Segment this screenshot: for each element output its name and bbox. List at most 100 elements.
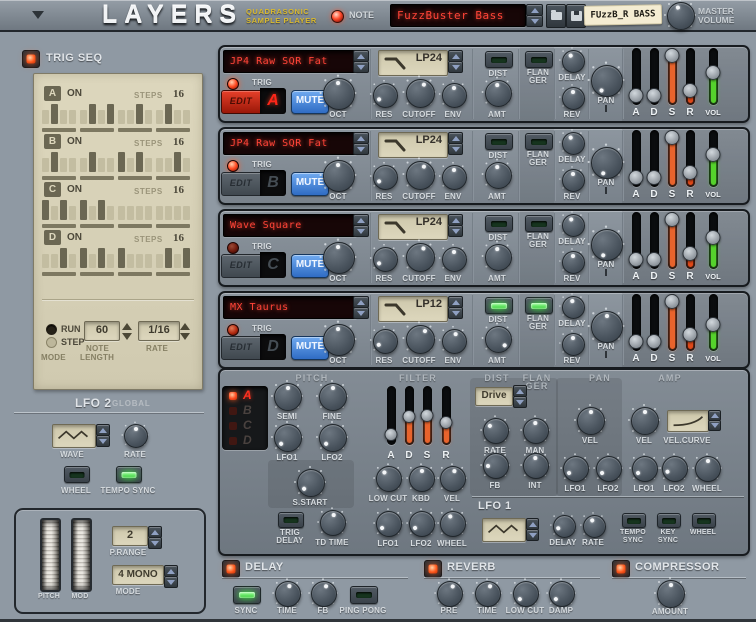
pitch-wheel[interactable] — [40, 518, 61, 592]
strip-a-attack-slider[interactable] — [632, 48, 641, 105]
editor-amp-vel-curve-display[interactable] — [667, 410, 709, 432]
seq-row-B-step-12[interactable] — [145, 158, 152, 172]
fx-compressor-enable-led[interactable] — [612, 560, 630, 578]
strip-c-env-knob[interactable] — [434, 239, 473, 278]
editor-filter-decay-slider[interactable] — [405, 386, 414, 445]
seq-row-B-step-8[interactable] — [107, 158, 114, 172]
strip-a-flanger-button[interactable] — [525, 51, 553, 68]
seq-row-C-step-9[interactable] — [118, 206, 125, 220]
strip-c-decay-slider-handle[interactable] — [647, 252, 662, 267]
editor-pitch-semi-knob[interactable] — [266, 375, 308, 417]
seq-row-C-step-8[interactable] — [107, 206, 114, 220]
strip-d-attack-slider-handle[interactable] — [629, 334, 644, 349]
strip-b-release-slider-handle[interactable] — [683, 165, 698, 180]
strip-c-flanger-button[interactable] — [525, 215, 553, 232]
strip-b-decay-slider[interactable] — [650, 130, 659, 187]
seq-mode-step-radio[interactable] — [46, 337, 57, 348]
fx-delay-sync-button[interactable] — [233, 586, 261, 604]
strip-a-decay-slider-handle[interactable] — [647, 88, 662, 103]
seq-row-B-step-16[interactable] — [183, 158, 190, 172]
seq-row-B-step-11[interactable] — [136, 152, 143, 172]
strip-c-sustain-slider[interactable] — [668, 212, 677, 269]
strip-b-release-slider[interactable] — [686, 130, 695, 187]
seq-row-A-step-9[interactable] — [118, 110, 125, 124]
editor-filter-attack-slider[interactable] — [387, 386, 396, 445]
editor-sample-start-knob[interactable] — [289, 461, 331, 503]
seq-note-length-up-button[interactable] — [122, 323, 132, 330]
seq-row-A-step-4[interactable] — [69, 110, 76, 124]
strip-a-volume-slider-handle[interactable] — [706, 65, 721, 80]
strip-a-dist-button[interactable] — [485, 51, 513, 68]
strip-a-release-slider[interactable] — [686, 48, 695, 105]
editor-dist-mode-value[interactable]: Drive — [475, 387, 513, 406]
seq-row-C-step-5[interactable] — [80, 200, 87, 220]
trig-seq-enable-led[interactable] — [22, 50, 40, 68]
fx-delay-ping-pong-button[interactable] — [350, 586, 378, 604]
editor-filter-sustain-slider[interactable] — [423, 386, 432, 445]
strip-d-env-knob[interactable] — [434, 321, 473, 360]
seq-row-A-step-14[interactable] — [165, 104, 172, 124]
seq-row-D-step-12[interactable] — [145, 254, 152, 268]
seq-row-C-step-3[interactable] — [60, 200, 67, 220]
editor-dist-fb-knob[interactable] — [475, 445, 515, 485]
seq-note-length-down-button[interactable] — [122, 333, 132, 340]
seq-row-D-step-3[interactable] — [60, 248, 67, 268]
seq-row-C-step-2[interactable] — [51, 206, 58, 220]
editor-dist-mode-down-button[interactable] — [513, 396, 527, 408]
editor-lfo1-tempo-sync-button[interactable] — [622, 513, 646, 528]
seq-row-D-step-5[interactable] — [80, 248, 87, 268]
strip-b-volume-slider-handle[interactable] — [706, 147, 721, 162]
master-volume-knob[interactable] — [659, 0, 701, 36]
strip-c-edit-button[interactable]: EDIT — [221, 254, 261, 278]
editor-tab-C[interactable]: C — [222, 419, 268, 433]
editor-dist-man-knob[interactable] — [515, 410, 555, 450]
editor-filter-decay-slider-handle[interactable] — [403, 410, 416, 423]
seq-row-C-step-4[interactable] — [69, 206, 76, 220]
seq-row-B-step-6[interactable] — [89, 152, 96, 172]
strip-a-attack-slider-handle[interactable] — [629, 88, 644, 103]
fx-delay-enable-led[interactable] — [222, 560, 240, 578]
seq-row-A-step-11[interactable] — [136, 104, 143, 124]
seq-row-A-step-8[interactable] — [107, 104, 114, 124]
seq-row-A-step-16[interactable] — [183, 110, 190, 124]
seq-row-B-step-4[interactable] — [69, 158, 76, 172]
strip-d-sustain-slider-handle[interactable] — [665, 294, 680, 309]
seq-row-B-step-10[interactable] — [127, 158, 134, 172]
seq-row-A-step-10[interactable] — [127, 110, 134, 124]
pitch-range-value[interactable]: 2 — [112, 526, 148, 546]
lfo2-wave-display[interactable] — [52, 424, 96, 448]
strip-c-release-slider[interactable] — [686, 212, 695, 269]
strip-d-dist-button[interactable] — [485, 297, 513, 314]
seq-row-B-step-3[interactable] — [60, 158, 67, 172]
seq-row-C-step-16[interactable] — [183, 206, 190, 220]
strip-d-release-slider[interactable] — [686, 294, 695, 351]
seq-row-A-step-15[interactable] — [174, 110, 181, 124]
strip-b-env-knob[interactable] — [434, 157, 473, 196]
seq-row-D-step-10[interactable] — [127, 254, 134, 268]
seq-row-B-step-1[interactable] — [42, 158, 49, 172]
seq-row-C-step-10[interactable] — [127, 206, 134, 220]
seq-row-B-step-9[interactable] — [118, 152, 125, 172]
editor-filter-sustain-slider-handle[interactable] — [421, 409, 434, 422]
editor-filter-vel-knob[interactable] — [432, 458, 472, 498]
strip-c-decay-slider[interactable] — [650, 212, 659, 269]
seq-row-D-step-8[interactable] — [107, 254, 114, 268]
seq-row-B-step-15[interactable] — [174, 152, 181, 172]
editor-pan-lfo2-knob[interactable] — [588, 448, 628, 488]
seq-row-A-step-2[interactable] — [51, 104, 58, 124]
seq-row-D-step-15[interactable] — [174, 254, 181, 268]
strip-b-sustain-slider-handle[interactable] — [665, 130, 680, 145]
seq-rate-down-button[interactable] — [180, 333, 190, 340]
strip-a-edit-button[interactable]: EDIT — [221, 90, 261, 114]
lfo2-wave-down-button[interactable] — [96, 435, 110, 447]
strip-b-dist-button[interactable] — [485, 133, 513, 150]
strip-b-edit-button[interactable]: EDIT — [221, 172, 261, 196]
seq-row-C-step-15[interactable] — [174, 206, 181, 220]
strip-c-volume-slider-handle[interactable] — [706, 230, 721, 245]
load-patch-button[interactable] — [546, 4, 566, 28]
seq-row-A-step-6[interactable] — [89, 104, 96, 124]
editor-lfo1-wheel-button[interactable] — [692, 513, 716, 528]
editor-amp-vel-knob[interactable] — [623, 399, 665, 441]
editor-pitch-fine-knob[interactable] — [311, 375, 353, 417]
seq-mode-run-radio[interactable] — [46, 324, 57, 335]
